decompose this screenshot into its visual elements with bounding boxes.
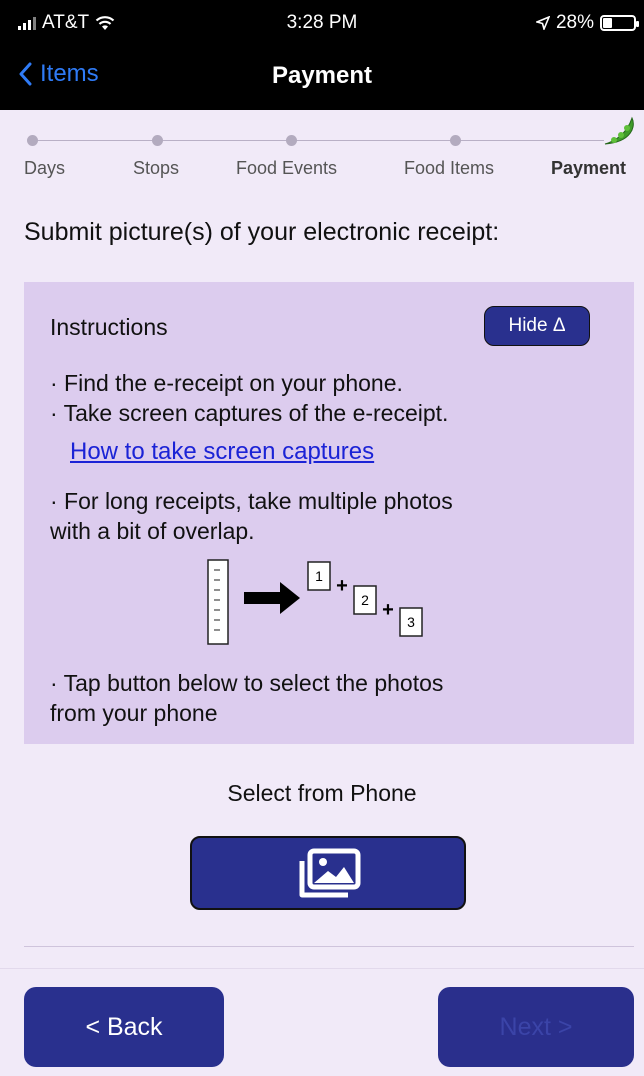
receipt-part-2-number: 2 bbox=[361, 592, 369, 608]
receipt-part-3-number: 3 bbox=[407, 614, 415, 630]
step-stops: Stops bbox=[133, 158, 180, 178]
long-receipt-diagram: 1 + 2 + 3 bbox=[207, 559, 423, 645]
instruction-bullet-3-line-2: with a bit of overlap. bbox=[50, 518, 255, 544]
battery-icon bbox=[600, 15, 639, 31]
arrow-right-icon bbox=[244, 582, 300, 614]
plus-sign-1: + bbox=[336, 575, 348, 597]
step-days: Days bbox=[24, 158, 66, 178]
back-button[interactable]: < Back bbox=[24, 987, 224, 1067]
plus-sign-2: + bbox=[382, 599, 394, 621]
location-arrow-icon bbox=[535, 16, 550, 30]
status-right: 28% bbox=[535, 12, 639, 34]
instructions-panel: Instructions Hide Δ · Find the e-receipt… bbox=[24, 282, 634, 744]
step-dot-stops bbox=[152, 135, 163, 146]
instruction-bullet-3-line-1: · For long receipts, take multiple photo… bbox=[50, 488, 453, 514]
select-photos-button[interactable] bbox=[190, 836, 466, 910]
navigation-bar: Items Payment bbox=[0, 44, 644, 110]
instruction-bullet-2: · Take screen captures of the e-receipt. bbox=[50, 400, 449, 426]
instruction-bullet-1: · Find the e-receipt on your phone. bbox=[50, 370, 403, 396]
instructions-title: Instructions bbox=[50, 314, 168, 340]
battery-percent: 28% bbox=[555, 12, 594, 33]
status-bar: AT&T 3:28 PM 28% bbox=[0, 0, 644, 44]
page-title: Payment bbox=[271, 62, 373, 89]
progress-line bbox=[30, 140, 604, 141]
photo-gallery-icon bbox=[299, 848, 361, 898]
receipt-part-1-number: 1 bbox=[315, 568, 323, 584]
hide-instructions-button[interactable]: Hide Δ bbox=[484, 306, 590, 346]
select-from-phone-label: Select from Phone bbox=[227, 780, 417, 806]
step-dot-food-items bbox=[450, 135, 461, 146]
instruction-bullet-4-line-1: · Tap button below to select the photos bbox=[50, 670, 444, 696]
long-receipt-icon bbox=[207, 559, 229, 645]
step-payment: Payment bbox=[551, 158, 627, 178]
screen-capture-help-link[interactable]: How to take screen captures bbox=[70, 438, 374, 466]
footer-bar: < Back Next > bbox=[0, 968, 644, 1076]
section-divider bbox=[24, 946, 634, 947]
step-dot-food-events bbox=[286, 135, 297, 146]
next-button[interactable]: Next > bbox=[438, 987, 634, 1067]
step-dot-days bbox=[27, 135, 38, 146]
instruction-bullet-4-line-2: from your phone bbox=[50, 700, 218, 726]
pea-pod-icon bbox=[604, 116, 634, 145]
step-food-events: Food Events bbox=[236, 158, 338, 178]
section-heading: Submit picture(s) of your electronic rec… bbox=[24, 218, 500, 246]
progress-steps: Days Stops Food Events Food Items Paymen… bbox=[0, 110, 644, 190]
step-food-items: Food Items bbox=[404, 158, 495, 178]
